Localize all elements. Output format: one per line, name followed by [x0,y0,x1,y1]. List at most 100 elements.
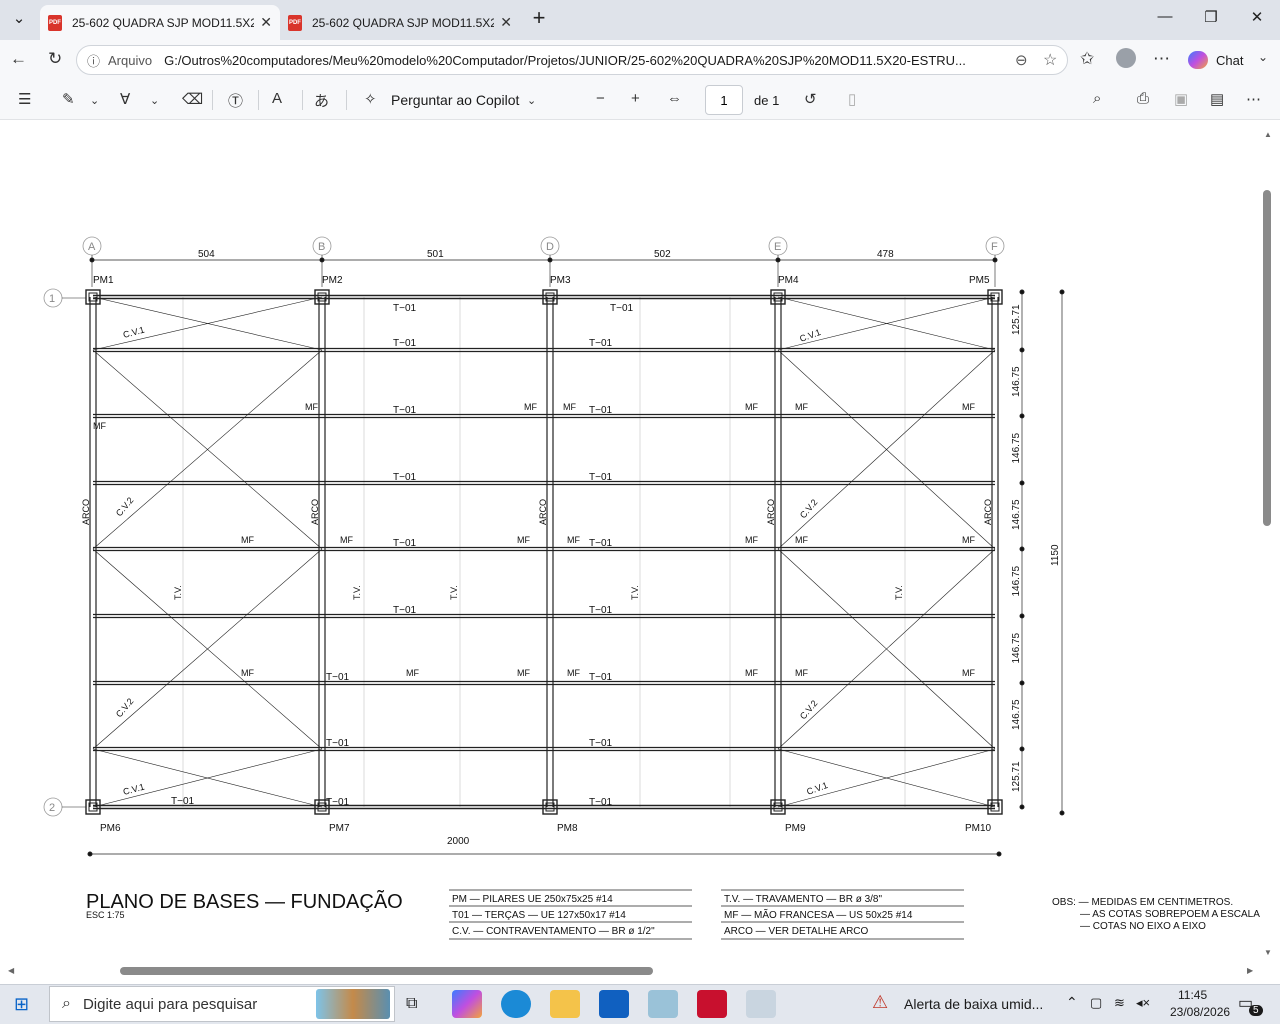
zoom-in-icon[interactable]: + [631,90,640,107]
warning-icon[interactable]: ⚠ [872,992,888,1013]
windows-start-icon[interactable]: ⊞ [14,994,29,1015]
copilot-chevron-icon[interactable]: ⌄ [527,94,536,107]
highlight-icon[interactable]: ✎ [62,90,75,108]
knee-brace-mf-label: MF [745,402,758,412]
highlight-chevron-icon[interactable]: ⌄ [90,94,99,107]
close-tab-icon[interactable]: ✕ [500,14,512,31]
file-explorer-icon[interactable] [550,990,580,1018]
app-icon[interactable] [648,990,678,1018]
weather-alert[interactable]: Alerta de baixa umid... [904,996,1043,1012]
bracing-cv1-label: C.V.1 [798,327,822,344]
purlin-t01-label: T−01 [589,605,613,616]
meet-now-icon[interactable]: ▢ [1090,995,1102,1011]
read-aloud-icon[interactable]: A [272,90,282,107]
save-icon[interactable]: ▣ [1174,90,1188,108]
axis-number: 1 [49,293,55,305]
purlin-t01-label: T−01 [589,472,613,483]
knee-brace-mf-label: MF [340,535,353,545]
divider [346,90,347,110]
scroll-down-arrow[interactable]: ▼ [1264,948,1272,957]
show-hidden-icons-chevron[interactable]: ⌃ [1066,994,1078,1011]
outlook-icon[interactable] [599,990,629,1018]
horizontal-scrollbar[interactable] [120,967,653,975]
copilot-pdf-icon[interactable]: ✧ [364,90,377,108]
favorites-icon[interactable]: ✩ [1080,49,1094,69]
back-icon[interactable]: ← [10,49,27,69]
tab-pdf-1[interactable]: PDF 25-602 QUADRA SJP MOD11.5X20-ESTRUTU… [40,5,280,40]
knee-brace-mf-label: MF [795,668,808,678]
close-window-icon[interactable]: ✕ [1242,8,1272,26]
bear-search-highlight-image[interactable] [316,989,390,1019]
refresh-icon[interactable]: ↻ [48,49,62,69]
ask-copilot-button[interactable]: Perguntar ao Copilot [391,92,519,108]
search-pdf-icon[interactable]: ⌕ [1093,90,1101,107]
draw-chevron-icon[interactable]: ⌄ [150,94,159,107]
pillar-base [542,799,558,815]
tab-pdf-2[interactable]: PDF 25-602 QUADRA SJP MOD11.5X20-ESTRUTU… [280,5,520,40]
purlin-t01-label: T−01 [326,672,350,683]
scroll-up-arrow[interactable]: ▲ [1264,130,1272,139]
copilot-icon[interactable] [1188,51,1208,69]
add-text-icon[interactable]: Ⓣ [228,90,243,111]
fit-page-icon[interactable]: ⇔ [667,90,682,107]
purlin-t01-label: T−01 [393,303,417,314]
restore-icon[interactable]: ❐ [1196,8,1226,26]
rotate-icon[interactable]: ↺ [804,90,817,108]
arch-arco-label: ARCO [81,499,91,525]
bracing-cv1-label: C.V.1 [122,325,146,340]
edge-browser-icon[interactable] [501,990,531,1018]
knee-brace-mf-label: MF [563,402,576,412]
minimize-icon[interactable]: — [1150,8,1180,25]
zoom-out-icon[interactable]: − [596,90,605,107]
axis-letter: F [991,241,998,253]
favorite-star-icon[interactable]: ☆ [1043,50,1057,70]
purlin-t01-label: T−01 [589,538,613,549]
more-options-icon[interactable]: ⋯ [1246,90,1261,108]
wifi-icon[interactable]: ≋ [1114,995,1125,1011]
scroll-left-arrow[interactable]: ◀ [8,966,14,975]
url-text[interactable]: G:/Outros%20computadores/Meu%20modelo%20… [164,53,1008,68]
pillar-label: PM10 [965,823,992,834]
copilot-app-icon[interactable] [452,990,482,1018]
two-page-icon[interactable]: ▯ [848,90,856,108]
dimension-tick [87,851,93,857]
pillar-label: PM7 [329,823,350,834]
clock-time[interactable]: 11:45 [1178,988,1207,1002]
page-number-input[interactable]: 1 [705,85,743,115]
volume-icon[interactable]: ◂× [1136,995,1150,1011]
new-tab-icon[interactable]: + [524,5,554,31]
taskbar-search[interactable]: ⌕ Digite aqui para pesquisar [49,986,395,1022]
translate-icon[interactable]: あ [314,90,329,111]
chat-label[interactable]: Chat [1216,53,1243,68]
close-tab-icon[interactable]: ✕ [260,14,272,31]
eraser-icon[interactable]: ⌫ [182,90,203,108]
draw-icon[interactable]: ∀ [120,90,130,108]
tie-tv-label: T.V. [173,585,183,600]
url-field[interactable]: ⓘ Arquivo G:/Outros%20computadores/Meu%2… [76,45,1068,75]
arch-arco-label: ARCO [983,499,993,525]
pillar-label: PM9 [785,823,806,834]
autocad-icon[interactable] [697,990,727,1018]
paint-icon[interactable] [746,990,776,1018]
purlin-t01-label: T−01 [393,538,417,549]
right-dimension: 146.75 [1011,499,1022,530]
contents-icon[interactable]: ☰ [18,90,31,108]
info-icon[interactable]: ⓘ [87,51,100,70]
clock-date[interactable]: 23/08/2026 [1170,1005,1230,1019]
dimension-tick [1019,480,1025,486]
divider [212,90,213,110]
knee-brace-mf-label: MF [962,535,975,545]
tab-list-chevron-icon[interactable]: ⌄ [4,9,34,27]
scroll-right-arrow[interactable]: ▶ [1247,966,1253,975]
task-view-icon[interactable]: ⧉ [406,995,417,1013]
save-as-icon[interactable]: ▤ [1210,90,1224,108]
chat-chevron-icon[interactable]: ⌄ [1258,50,1268,64]
vertical-scrollbar[interactable] [1263,190,1271,526]
profile-avatar[interactable] [1116,48,1136,68]
zoom-icon[interactable]: ⊖ [1015,51,1028,69]
observation-note: — AS COTAS SOBREPOEM A ESCALA [1080,909,1260,920]
dimension-tick [1019,613,1025,619]
print-icon[interactable]: ⎙ [1137,90,1149,107]
pdf-viewer[interactable]: A B D E F 504 501 502 478 1 2 PM1 PM2 PM3 PM4 PM5 PM6 PM7… [0,121,1280,984]
more-menu-icon[interactable]: ⋯ [1153,49,1170,69]
